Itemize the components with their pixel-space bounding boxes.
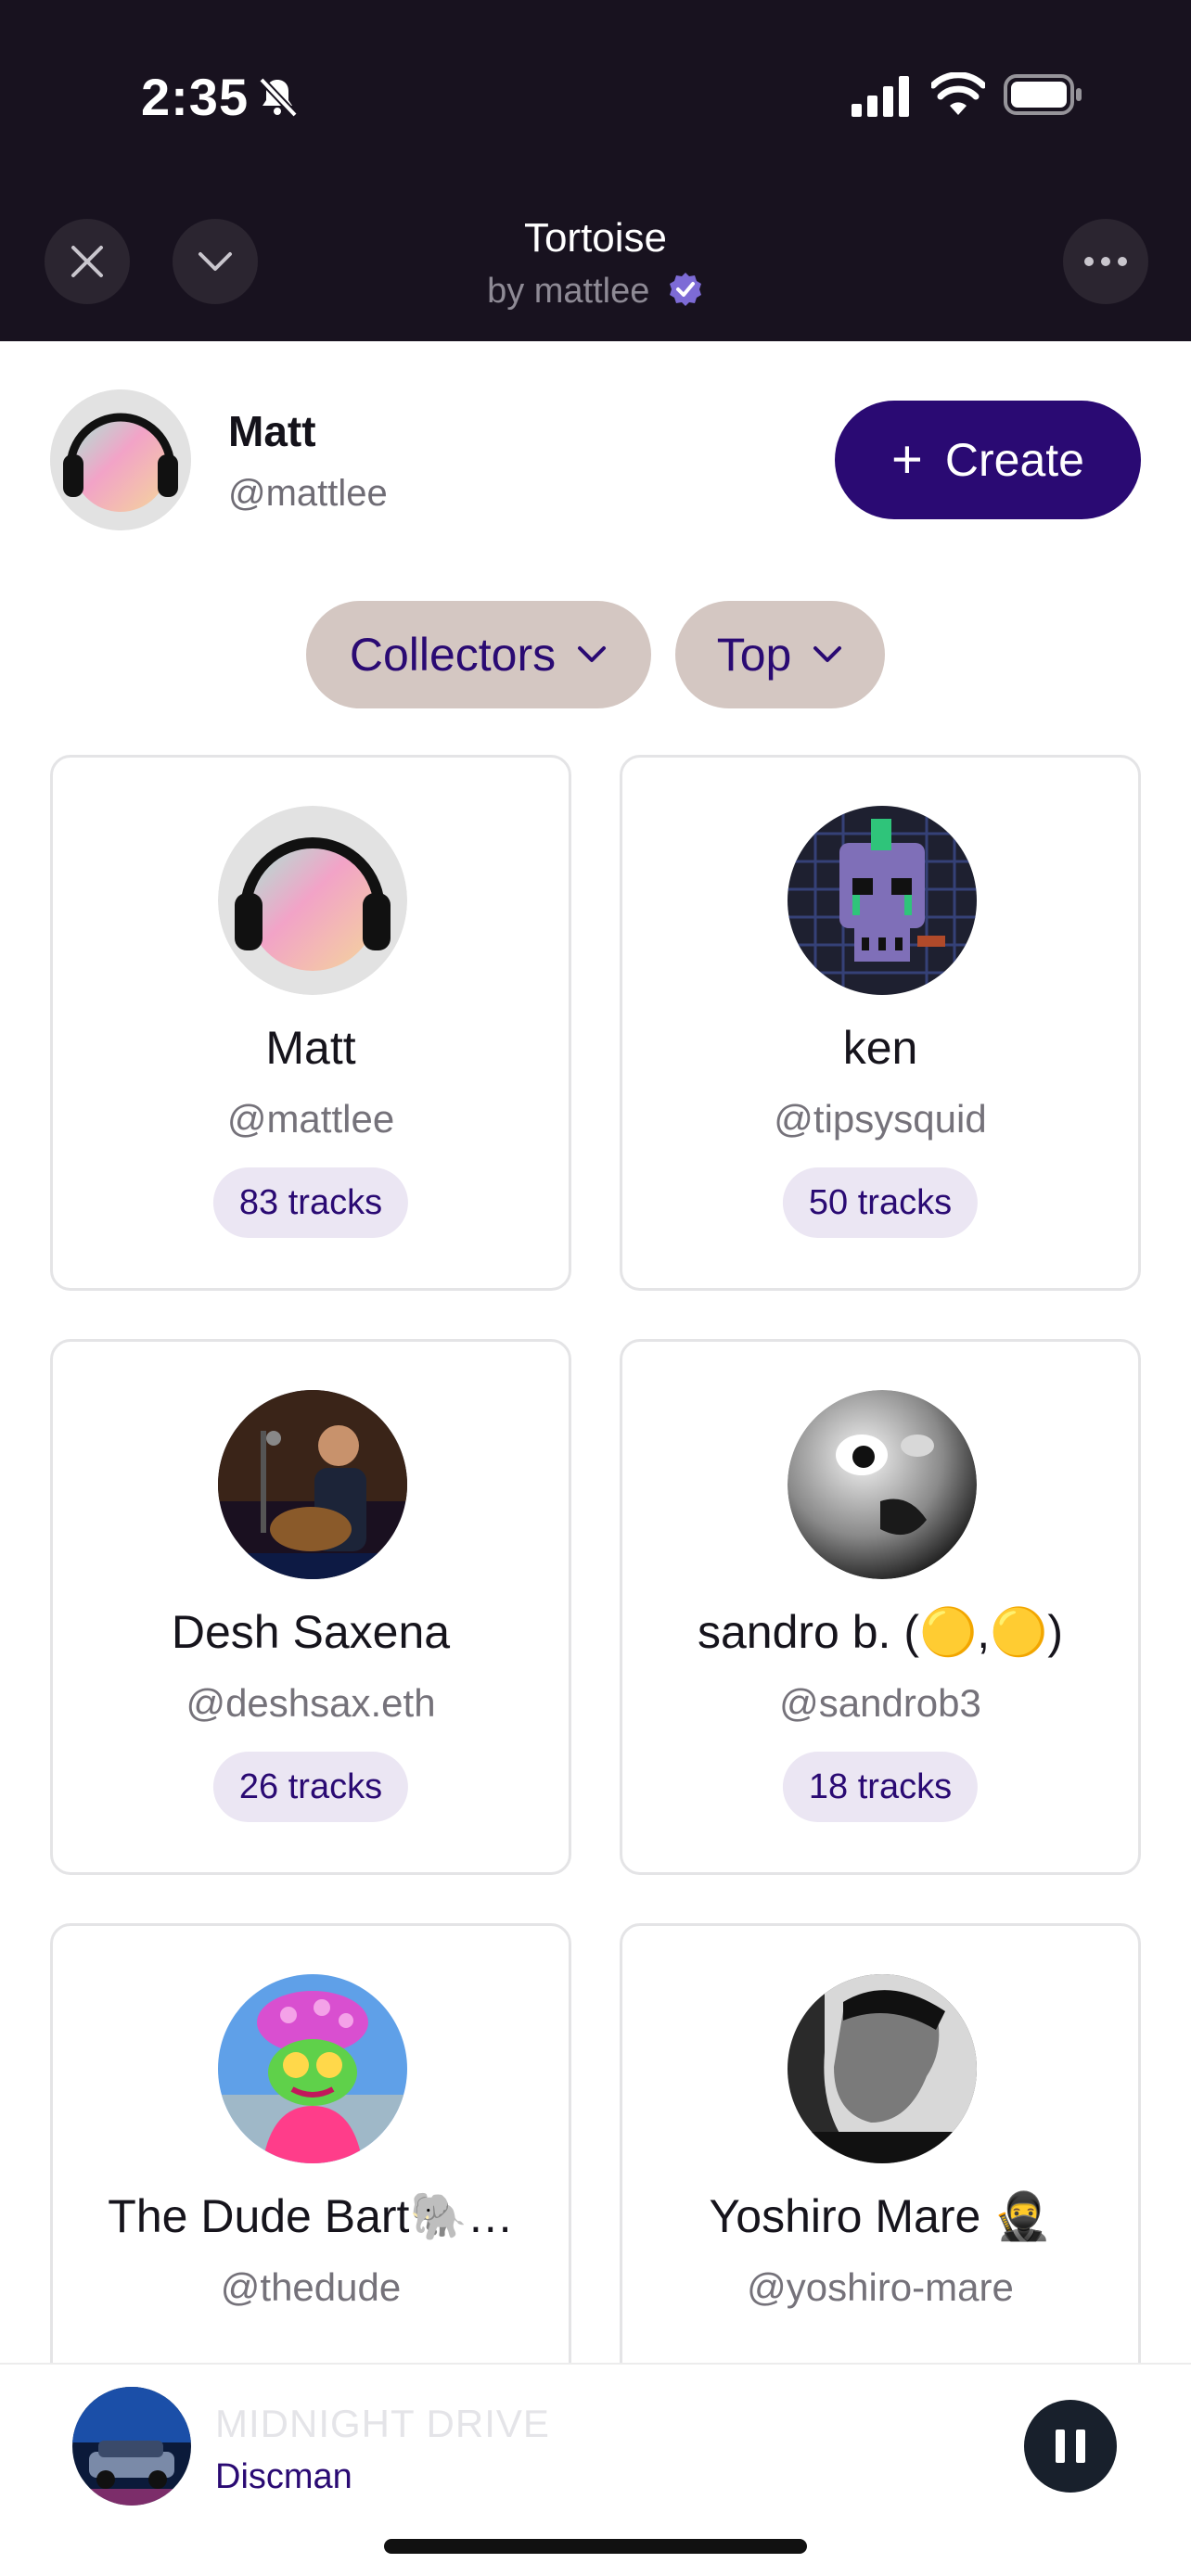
collector-name: Yoshiro Mare 🥷 bbox=[709, 2190, 1052, 2242]
plus-icon: + bbox=[891, 429, 923, 490]
wifi-icon bbox=[931, 72, 985, 115]
collector-avatar bbox=[788, 1974, 977, 2163]
collector-handle: @tipsysquid bbox=[774, 1097, 987, 1141]
pause-icon bbox=[1076, 2429, 1085, 2463]
profile-handle: @mattlee bbox=[228, 473, 388, 514]
collector-avatar bbox=[788, 806, 977, 995]
sort-label: Top bbox=[716, 629, 792, 681]
profile-name: Matt bbox=[228, 407, 316, 455]
chevron-down-icon bbox=[578, 646, 607, 662]
track-count-badge: 18 tracks bbox=[782, 1752, 979, 1822]
collector-handle: @sandrob3 bbox=[779, 1681, 981, 1725]
collector-card[interactable]: Desh Saxena @deshsax.eth 26 tracks bbox=[50, 1339, 571, 1875]
collector-avatar bbox=[788, 1390, 977, 1579]
now-playing-artist[interactable]: Discman bbox=[215, 2457, 352, 2497]
create-button[interactable]: + Create bbox=[835, 401, 1141, 519]
verified-badge-icon bbox=[669, 273, 701, 306]
track-count-badge: 26 tracks bbox=[212, 1752, 409, 1822]
collector-card[interactable]: Matt @mattlee 83 tracks bbox=[50, 755, 571, 1291]
collector-avatar bbox=[218, 806, 407, 995]
portrait-photo-avatar bbox=[788, 1974, 977, 2163]
status-time: 2:35 bbox=[141, 68, 250, 126]
collector-handle: @mattlee bbox=[226, 1097, 395, 1141]
headphones-avatar-icon bbox=[218, 806, 407, 995]
pixel-skull-avatar-icon bbox=[788, 806, 977, 995]
app-byline[interactable]: by mattlee bbox=[0, 271, 1191, 312]
more-options-button[interactable] bbox=[1063, 219, 1148, 304]
pause-button[interactable] bbox=[1024, 2400, 1117, 2493]
now-playing-title: MIDNIGHT DRIVE bbox=[215, 2402, 550, 2445]
profile-avatar[interactable] bbox=[50, 389, 191, 530]
track-count-badge: 50 tracks bbox=[782, 1167, 979, 1238]
collector-name: ken bbox=[842, 1022, 918, 1074]
collector-name: sandro b. (🟡,🟡) bbox=[697, 1606, 1064, 1658]
collectors-filter-label: Collectors bbox=[349, 629, 557, 681]
create-button-label: Create bbox=[944, 434, 1084, 486]
chevron-down-icon bbox=[813, 646, 842, 662]
monochrome-face-avatar bbox=[788, 1390, 977, 1579]
home-indicator bbox=[384, 2539, 807, 2554]
collector-handle: @thedude bbox=[220, 2265, 402, 2309]
collector-avatar bbox=[218, 1390, 407, 1579]
collector-card[interactable]: sandro b. (🟡,🟡) @sandrob3 18 tracks bbox=[620, 1339, 1141, 1875]
app-title: Tortoise bbox=[523, 215, 668, 261]
battery-icon bbox=[1004, 74, 1082, 115]
cellular-signal-icon bbox=[852, 76, 909, 117]
collector-card[interactable]: ken @tipsysquid 50 tracks bbox=[620, 755, 1141, 1291]
album-art-icon bbox=[72, 2387, 191, 2506]
headphones-avatar-icon bbox=[50, 389, 191, 530]
bell-off-icon bbox=[259, 77, 298, 118]
collector-handle: @deshsax.eth bbox=[186, 1681, 436, 1725]
performer-photo-avatar bbox=[218, 1390, 407, 1579]
more-horizontal-icon bbox=[1084, 257, 1127, 266]
collectors-filter-dropdown[interactable]: Collectors bbox=[306, 601, 651, 708]
collector-name: Matt bbox=[265, 1022, 356, 1074]
track-count-badge: 83 tracks bbox=[212, 1167, 409, 1238]
cartoon-frog-avatar bbox=[218, 1974, 407, 2163]
app-header: 2:35 Tortoise by mattlee bbox=[0, 0, 1191, 341]
pause-icon bbox=[1056, 2429, 1065, 2463]
app-byline-text: by mattlee bbox=[487, 272, 650, 311]
collector-name: The Dude Bart🐘… bbox=[108, 2190, 514, 2242]
collector-avatar bbox=[218, 1974, 407, 2163]
collector-name: Desh Saxena bbox=[171, 1606, 451, 1658]
now-playing-artwork bbox=[72, 2387, 191, 2506]
collector-handle: @yoshiro-mare bbox=[747, 2265, 1014, 2309]
sort-dropdown[interactable]: Top bbox=[675, 601, 885, 708]
